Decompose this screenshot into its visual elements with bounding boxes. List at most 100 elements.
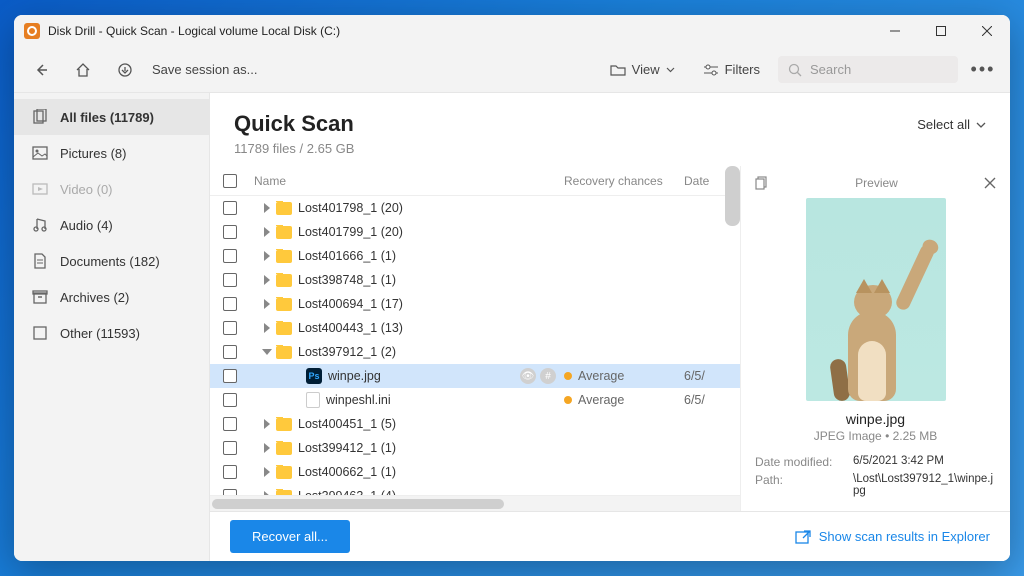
- row-recovery: Average: [564, 393, 684, 407]
- expand-caret-icon[interactable]: [262, 349, 272, 355]
- expand-caret-icon[interactable]: [264, 323, 270, 333]
- search-input[interactable]: Search: [778, 56, 958, 83]
- table-row[interactable]: Lost398748_1 (1): [210, 268, 740, 292]
- folder-icon: [276, 298, 292, 311]
- main: Quick Scan 11789 files / 2.65 GB Select …: [209, 93, 1010, 561]
- expand-caret-icon[interactable]: [264, 251, 270, 261]
- table-row[interactable]: Lost399412_1 (1): [210, 436, 740, 460]
- table-rows: Lost401798_1 (20) Lost401799_1 (20) Lost…: [210, 196, 740, 495]
- row-checkbox[interactable]: [216, 249, 244, 263]
- preview-panel: Preview winpe.jpg JPEG Image • 2.25 MB D…: [740, 166, 1010, 511]
- row-name: Lost397912_1 (2): [244, 345, 564, 359]
- select-all-button[interactable]: Select all: [917, 117, 986, 132]
- expand-caret-icon[interactable]: [264, 299, 270, 309]
- expand-caret-icon[interactable]: [264, 419, 270, 429]
- table-row[interactable]: Lost400451_1 (5): [210, 412, 740, 436]
- chevron-down-icon: [666, 67, 675, 73]
- horizontal-scrollbar[interactable]: [210, 495, 740, 511]
- row-checkbox[interactable]: [216, 273, 244, 287]
- sidebar-item-label: Pictures (8): [60, 146, 126, 161]
- expand-caret-icon[interactable]: [264, 227, 270, 237]
- row-checkbox[interactable]: [216, 345, 244, 359]
- header-checkbox[interactable]: [216, 174, 244, 188]
- status-dot-icon: [564, 396, 572, 404]
- show-in-explorer-link[interactable]: Show scan results in Explorer: [795, 529, 990, 544]
- row-checkbox[interactable]: [216, 393, 244, 407]
- preview-modified: Date modified:6/5/2021 3:42 PM: [755, 455, 996, 469]
- app-icon: [24, 23, 40, 39]
- folder-icon: [276, 466, 292, 479]
- table-row[interactable]: Lost400443_1 (13): [210, 316, 740, 340]
- folder-icon: [276, 202, 292, 215]
- table-row[interactable]: Lost399463_1 (4): [210, 484, 740, 495]
- row-name: Lost401666_1 (1): [244, 249, 564, 263]
- row-checkbox[interactable]: [216, 369, 244, 383]
- select-all-label: Select all: [917, 117, 970, 132]
- home-button[interactable]: [66, 53, 100, 87]
- table-row[interactable]: Lost400694_1 (17): [210, 292, 740, 316]
- back-button[interactable]: [24, 53, 58, 87]
- table-row[interactable]: Pswinpe.jpg👁# Average 6/5/: [210, 364, 740, 388]
- sidebar-item-audio[interactable]: Audio (4): [14, 207, 209, 243]
- maximize-button[interactable]: [918, 15, 964, 47]
- copy-icon[interactable]: [755, 176, 769, 190]
- row-checkbox[interactable]: [216, 201, 244, 215]
- document-icon: [32, 253, 48, 269]
- expand-caret-icon[interactable]: [264, 203, 270, 213]
- table-row[interactable]: Lost401798_1 (20): [210, 196, 740, 220]
- row-checkbox[interactable]: [216, 297, 244, 311]
- save-session-label[interactable]: Save session as...: [152, 62, 258, 77]
- sidebar-item-video[interactable]: Video (0): [14, 171, 209, 207]
- row-checkbox[interactable]: [216, 465, 244, 479]
- table-row[interactable]: winpeshl.ini Average 6/5/: [210, 388, 740, 412]
- sidebar-item-pictures[interactable]: Pictures (8): [14, 135, 209, 171]
- sidebar-item-all-files[interactable]: All files (11789): [14, 99, 209, 135]
- files-icon: [32, 109, 48, 125]
- recover-all-button[interactable]: Recover all...: [230, 520, 350, 553]
- preview-close-button[interactable]: [984, 177, 996, 189]
- sidebar-item-archives[interactable]: Archives (2): [14, 279, 209, 315]
- table-row[interactable]: Lost397912_1 (2): [210, 340, 740, 364]
- expand-caret-icon[interactable]: [264, 275, 270, 285]
- minimize-button[interactable]: [872, 15, 918, 47]
- expand-caret-icon[interactable]: [264, 443, 270, 453]
- table-row[interactable]: Lost401799_1 (20): [210, 220, 740, 244]
- vertical-scrollbar[interactable]: [725, 166, 740, 226]
- row-checkbox[interactable]: [216, 441, 244, 455]
- filters-button[interactable]: Filters: [693, 56, 770, 83]
- row-label: Lost400694_1 (17): [298, 297, 403, 311]
- row-label: winpe.jpg: [328, 369, 381, 383]
- preview-filename: winpe.jpg: [755, 411, 996, 427]
- sidebar-item-other[interactable]: Other (11593): [14, 315, 209, 351]
- save-session-icon[interactable]: [108, 53, 142, 87]
- col-recovery[interactable]: Recovery chances: [564, 174, 684, 188]
- folder-icon: [610, 63, 626, 77]
- table-head: Name Recovery chances Date: [210, 166, 740, 196]
- close-button[interactable]: [964, 15, 1010, 47]
- col-name[interactable]: Name: [244, 174, 564, 188]
- search-placeholder: Search: [810, 62, 851, 77]
- row-name: Lost400451_1 (5): [244, 417, 564, 431]
- table-and-preview: Name Recovery chances Date Lost401798_1 …: [210, 166, 1010, 511]
- hash-badge-icon: #: [540, 368, 556, 384]
- row-checkbox[interactable]: [216, 417, 244, 431]
- expand-caret-icon[interactable]: [264, 467, 270, 477]
- row-name: Lost401799_1 (20): [244, 225, 564, 239]
- archive-icon: [32, 289, 48, 305]
- folder-icon: [276, 322, 292, 335]
- row-label: Lost401666_1 (1): [298, 249, 396, 263]
- row-date: 6/5/: [684, 393, 740, 407]
- table-row[interactable]: Lost400662_1 (1): [210, 460, 740, 484]
- row-label: Lost400662_1 (1): [298, 465, 396, 479]
- more-button[interactable]: •••: [966, 59, 1000, 80]
- toolbar: Save session as... View Filters Search •…: [14, 47, 1010, 93]
- view-dropdown[interactable]: View: [600, 56, 685, 83]
- sidebar-item-documents[interactable]: Documents (182): [14, 243, 209, 279]
- row-checkbox[interactable]: [216, 321, 244, 335]
- table-row[interactable]: Lost401666_1 (1): [210, 244, 740, 268]
- row-checkbox[interactable]: [216, 225, 244, 239]
- titlebar: Disk Drill - Quick Scan - Logical volume…: [14, 15, 1010, 47]
- preview-title: Preview: [769, 176, 984, 190]
- sidebar-item-label: Documents (182): [60, 254, 160, 269]
- folder-icon: [276, 346, 292, 359]
